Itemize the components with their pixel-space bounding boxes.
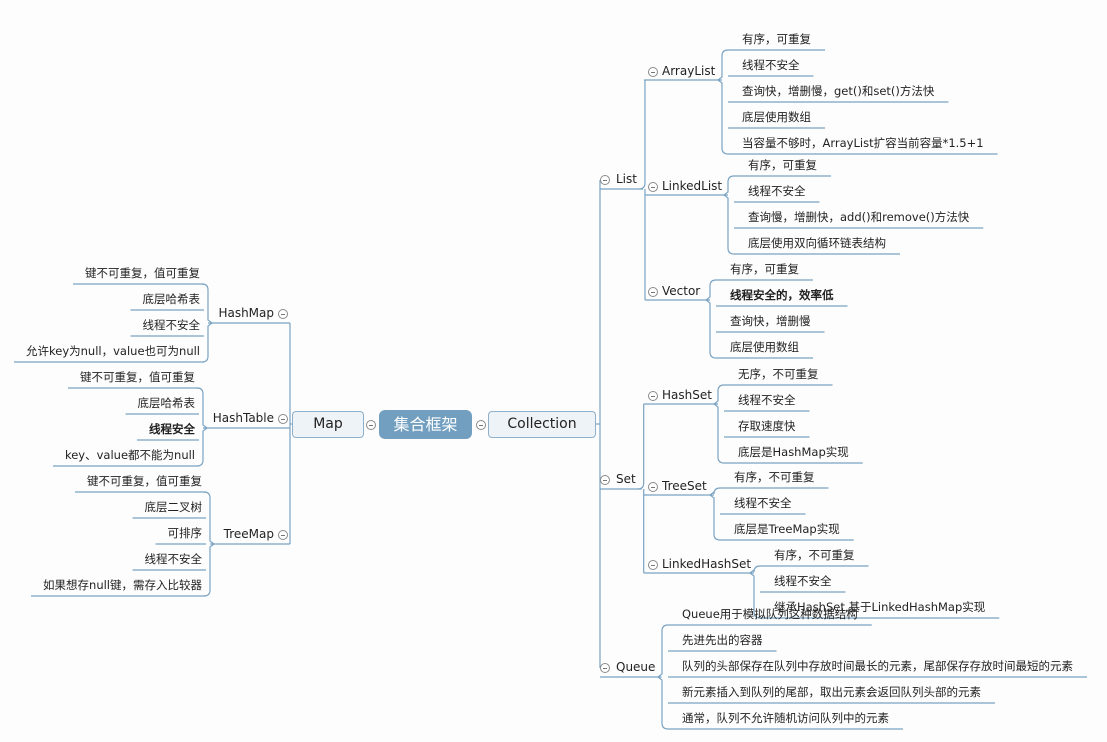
collapse-treeset-icon[interactable]: [648, 482, 658, 492]
treemap-item[interactable]: 线程不安全: [145, 550, 203, 568]
collapse-treemap-icon[interactable]: [278, 530, 288, 540]
linkedhashset-item[interactable]: 线程不安全: [774, 572, 832, 590]
queue-item[interactable]: 新元素插入到队列的尾部，取出元素会返回队列头部的元素: [682, 683, 981, 701]
collapse-list-icon[interactable]: [600, 175, 610, 185]
hashtable-item[interactable]: key、value都不能为null: [65, 446, 195, 464]
collapse-collection-icon[interactable]: [476, 420, 486, 430]
treeset-item[interactable]: 底层是TreeMap实现: [734, 520, 840, 538]
collapse-linkedhashset-icon[interactable]: [648, 560, 658, 570]
hashtable-item[interactable]: 键不可重复，值可重复: [80, 368, 195, 386]
hashmap-node[interactable]: HashMap: [218, 304, 274, 322]
bracket: [709, 487, 721, 541]
collapse-arraylist-icon[interactable]: [648, 67, 658, 77]
treemap-item[interactable]: 如果想存null键，需存入比较器: [43, 576, 202, 594]
hashmap-item[interactable]: 允许key为null，value也可为null: [26, 342, 200, 360]
collapse-hashmap-icon[interactable]: [278, 309, 288, 319]
arraylist-item[interactable]: 查询快，增删慢，get()和set()方法快: [742, 82, 934, 100]
linkedhashset-item[interactable]: 有序，不可重复: [774, 546, 855, 564]
list-node[interactable]: List: [616, 170, 637, 188]
hashtable-item[interactable]: 底层哈希表: [138, 394, 196, 412]
arraylist-item[interactable]: 线程不安全: [742, 56, 800, 74]
arraylist-item[interactable]: 有序，可重复: [742, 30, 811, 48]
bracket: [201, 283, 213, 363]
hashset-item[interactable]: 底层是HashMap实现: [738, 443, 849, 461]
vector-item[interactable]: 线程安全的，效率低: [730, 286, 834, 304]
linkedlist-item[interactable]: 线程不安全: [748, 182, 806, 200]
hashset-item[interactable]: 无序，不可重复: [738, 365, 819, 383]
set-node[interactable]: Set: [616, 470, 636, 488]
bracket: [705, 279, 717, 359]
bracket: [657, 624, 669, 730]
collection-node[interactable]: Collection: [488, 411, 596, 438]
treemap-item[interactable]: 可排序: [168, 524, 203, 542]
queue-item[interactable]: 队列的头部保存在队列中存放时间最长的元素，尾部保存存放时间最短的元素: [682, 657, 1073, 675]
linkedlist-item[interactable]: 底层使用双向循环链表结构: [748, 234, 886, 252]
collapse-map-icon[interactable]: [366, 420, 376, 430]
treeset-node[interactable]: TreeSet: [662, 477, 707, 495]
vector-item[interactable]: 查询快，增删慢: [730, 312, 811, 330]
hashmap-item[interactable]: 线程不安全: [143, 316, 201, 334]
bracket: [196, 387, 208, 467]
branch: [638, 80, 646, 190]
linkedlist-item[interactable]: 查询慢，增删快，add()和remove()方法快: [748, 208, 969, 226]
hashset-node[interactable]: HashSet: [662, 386, 712, 404]
root-node[interactable]: 集合框架: [379, 410, 472, 439]
queue-item[interactable]: 先进先出的容器: [682, 631, 763, 649]
bracket: [203, 491, 215, 597]
vector-node[interactable]: Vector: [662, 282, 700, 300]
collapse-linkedlist-icon[interactable]: [648, 182, 658, 192]
vector-item[interactable]: 底层使用数组: [730, 338, 799, 356]
treemap-node[interactable]: TreeMap: [224, 525, 274, 543]
collapse-hashset-icon[interactable]: [648, 391, 658, 401]
treemap-item[interactable]: 键不可重复，值可重复: [87, 472, 202, 490]
bracket: [713, 384, 725, 464]
arraylist-item[interactable]: 当容量不够时，ArrayList扩容当前容量*1.5+1: [742, 134, 984, 152]
collapse-queue-icon[interactable]: [600, 663, 610, 673]
vector-item[interactable]: 有序，可重复: [730, 260, 799, 278]
branch: [637, 404, 645, 490]
arraylist-item[interactable]: 底层使用数组: [742, 108, 811, 126]
hashmap-item[interactable]: 键不可重复，值可重复: [85, 264, 200, 282]
collapse-vector-icon[interactable]: [648, 287, 658, 297]
treeset-item[interactable]: 线程不安全: [734, 494, 792, 512]
hashtable-item[interactable]: 线程安全: [149, 420, 195, 438]
bracket: [717, 49, 729, 155]
collapse-set-icon[interactable]: [600, 475, 610, 485]
linkedlist-item[interactable]: 有序，可重复: [748, 156, 817, 174]
hashmap-item[interactable]: 底层哈希表: [143, 290, 201, 308]
hashtable-node[interactable]: HashTable: [213, 409, 274, 427]
arraylist-node[interactable]: ArrayList: [662, 62, 715, 80]
queue-item[interactable]: 通常，队列不允许随机访问队列中的元素: [682, 709, 889, 727]
linkedlist-node[interactable]: LinkedList: [662, 177, 722, 195]
hashset-item[interactable]: 存取速度快: [738, 417, 796, 435]
queue-node[interactable]: Queue: [616, 658, 655, 676]
treemap-item[interactable]: 底层二叉树: [145, 498, 203, 516]
collapse-hashtable-icon[interactable]: [278, 414, 288, 424]
map-node[interactable]: Map: [292, 411, 364, 438]
queue-item[interactable]: Queue用于模拟队列这种数据结构: [682, 605, 858, 623]
hashset-item[interactable]: 线程不安全: [738, 391, 796, 409]
linkedhashset-node[interactable]: LinkedHashSet: [662, 555, 751, 573]
treeset-item[interactable]: 有序，不可重复: [734, 468, 815, 486]
bracket: [723, 175, 735, 255]
